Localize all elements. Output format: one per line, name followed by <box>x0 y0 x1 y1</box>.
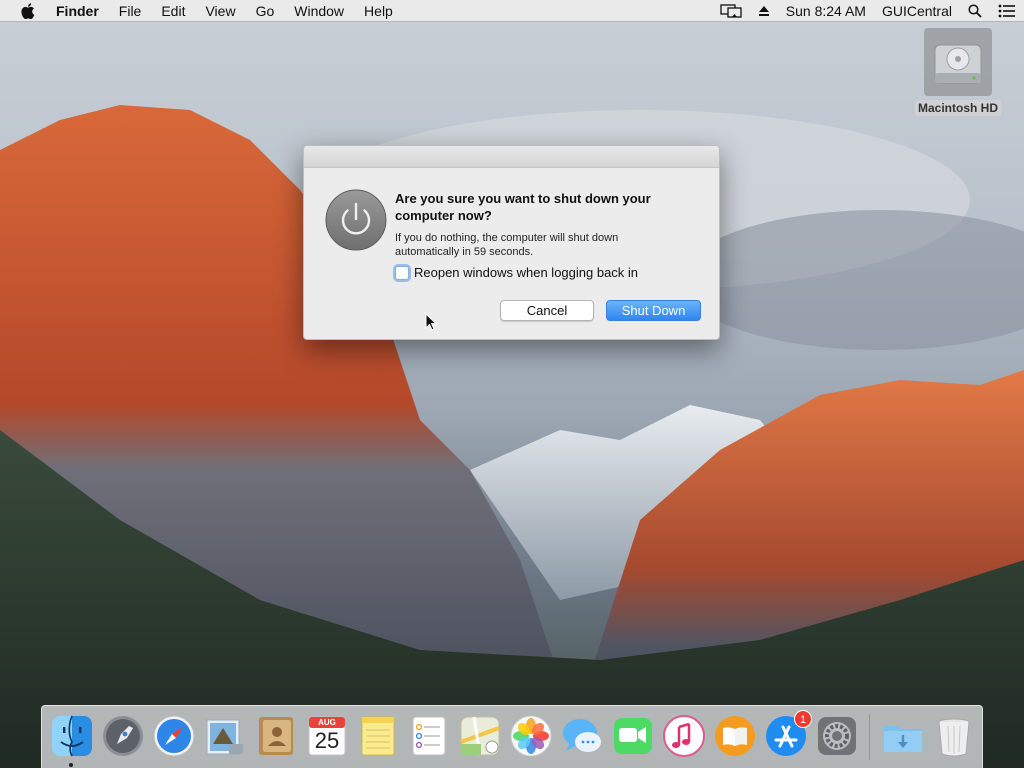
system-preferences-icon <box>818 717 856 755</box>
menu-file[interactable]: File <box>109 0 152 22</box>
dock-trash[interactable] <box>932 714 976 758</box>
dock-app-store[interactable]: 1 <box>764 710 812 758</box>
dock-separator <box>869 714 870 760</box>
desktop-icon-macintosh-hd[interactable]: Macintosh HD <box>914 28 1002 117</box>
downloads-folder-icon <box>884 726 922 752</box>
calendar-day: 25 <box>314 728 340 753</box>
finder-icon <box>52 715 92 757</box>
dock-system-preferences[interactable] <box>815 714 859 758</box>
shutdown-dialog: Are you sure you want to shut down your … <box>303 145 720 340</box>
dialog-message: If you do nothing, the computer will shu… <box>395 232 619 258</box>
power-icon <box>325 189 387 251</box>
safari-icon <box>153 715 195 757</box>
maps-icon <box>460 716 500 756</box>
menu-window[interactable]: Window <box>284 0 354 22</box>
menu-edit[interactable]: Edit <box>151 0 195 22</box>
menu-view[interactable]: View <box>195 0 245 22</box>
menu-app-finder[interactable]: Finder <box>52 0 109 22</box>
dock-contacts[interactable] <box>254 714 298 758</box>
wallpaper-landscape <box>0 105 1024 768</box>
dock-itunes[interactable] <box>662 714 706 758</box>
mail-icon <box>206 719 243 755</box>
dock-reminders[interactable] <box>407 714 451 758</box>
fast-user-switching-name[interactable]: GUICentral <box>882 3 952 19</box>
photos-icon <box>510 715 552 757</box>
reopen-windows-checkbox-row[interactable]: Reopen windows when logging back in <box>395 265 638 280</box>
reopen-windows-checkbox[interactable] <box>395 265 409 280</box>
notes-icon <box>361 716 395 756</box>
dock-finder[interactable] <box>50 714 94 758</box>
menu-bar-status-area: Sun 8:24 AM GUICentral <box>712 0 1024 22</box>
cancel-button[interactable]: Cancel <box>500 300 594 321</box>
launchpad-icon <box>103 716 143 756</box>
dialog-title: Are you sure you want to shut down your … <box>395 191 651 223</box>
dock-launchpad[interactable] <box>101 714 145 758</box>
eject-icon[interactable] <box>758 5 770 17</box>
ibooks-icon <box>715 716 755 756</box>
dock-downloads[interactable] <box>881 714 925 758</box>
hard-drive-icon <box>924 28 992 96</box>
contacts-icon <box>259 717 293 755</box>
messages-icon <box>563 719 601 752</box>
reminders-icon <box>412 716 446 756</box>
menu-help[interactable]: Help <box>354 0 403 22</box>
dock-facetime[interactable] <box>611 714 655 758</box>
notification-center-icon[interactable] <box>998 4 1016 18</box>
dock-photos[interactable] <box>509 714 553 758</box>
shut-down-button[interactable]: Shut Down <box>606 300 701 321</box>
menu-bar-clock[interactable]: Sun 8:24 AM <box>786 3 866 19</box>
dock-mail[interactable] <box>203 714 247 758</box>
dock-notes[interactable] <box>356 714 400 758</box>
reopen-windows-label[interactable]: Reopen windows when logging back in <box>414 265 638 280</box>
dock-calendar[interactable]: AUG 25 <box>305 714 349 758</box>
spotlight-search-icon[interactable] <box>968 3 982 18</box>
apple-menu-icon[interactable] <box>18 2 38 19</box>
desktop-wallpaper <box>0 0 1024 768</box>
itunes-icon <box>663 715 705 757</box>
desktop-icon-label: Macintosh HD <box>914 100 1001 116</box>
facetime-icon <box>614 718 652 754</box>
dock-messages[interactable] <box>560 714 604 758</box>
dialog-titlebar[interactable] <box>304 146 719 168</box>
calendar-month: AUG <box>318 718 336 727</box>
app-store-update-badge: 1 <box>794 710 812 728</box>
dock-ibooks[interactable] <box>713 714 757 758</box>
dock-safari[interactable] <box>152 714 196 758</box>
mouse-pointer-icon <box>425 312 438 331</box>
menu-go[interactable]: Go <box>246 0 285 22</box>
finder-running-indicator <box>69 763 73 767</box>
menu-bar: Finder File Edit View Go Window Help Sun… <box>0 0 1024 22</box>
airplay-display-icon[interactable] <box>720 3 742 18</box>
dock-maps[interactable] <box>458 714 502 758</box>
trash-icon <box>938 718 970 757</box>
dock: AUG 25 1 <box>41 705 983 768</box>
